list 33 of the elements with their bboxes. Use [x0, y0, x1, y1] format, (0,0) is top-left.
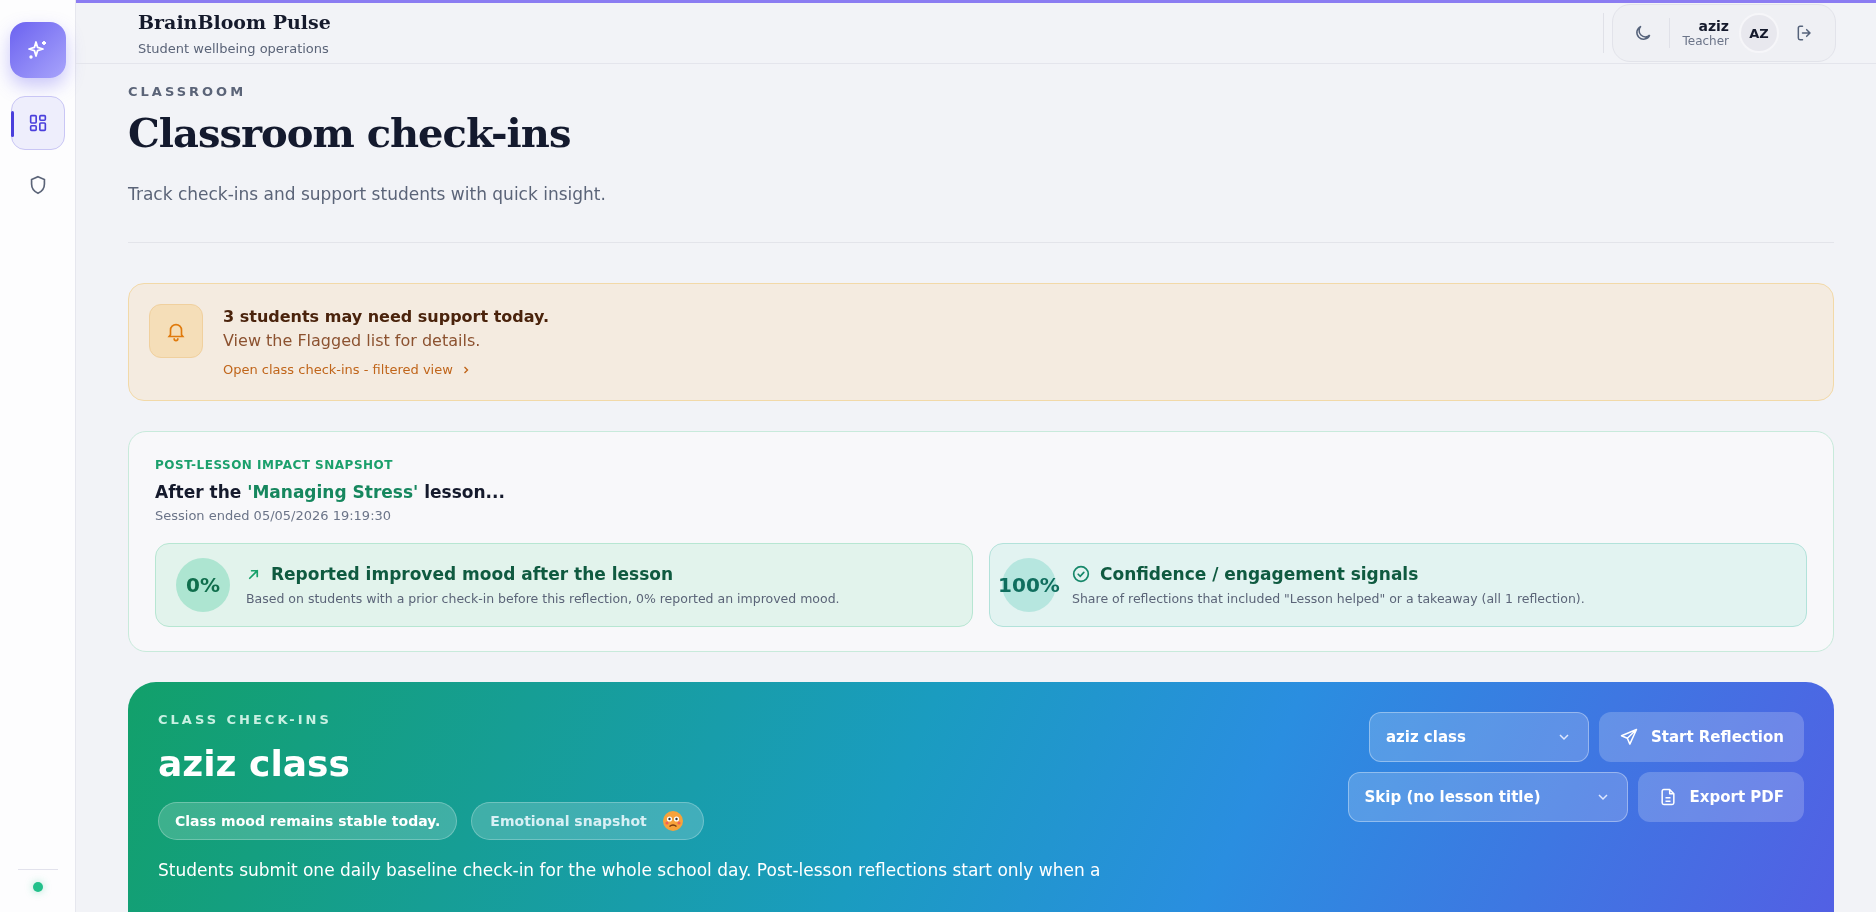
alert-message: View the Flagged list for details. — [223, 331, 482, 350]
metric-description: Based on students with a prior check-in before this reflection, 0% reported an improved mood. — [246, 591, 840, 606]
class-dropdown[interactable]: aziz class — [1368, 712, 1589, 762]
metric-description: Share of reflections that included "Lesson helped" or a takeaway (all 1 reflection). — [1072, 591, 1585, 606]
pill-label: Class mood remains stable today. — [175, 813, 441, 829]
send-icon — [1618, 727, 1639, 747]
snapshot-eyebrow: POST-LESSON IMPACT SNAPSHOT — [155, 458, 394, 472]
check-circle-icon — [1072, 565, 1090, 583]
session-time: Session ended 05/05/2026 19:19:30 — [155, 508, 393, 523]
section-eyebrow: CLASSROOM — [128, 84, 248, 99]
page-title: Classroom check-ins — [128, 109, 572, 156]
app-tagline: Student wellbeing operations — [138, 40, 330, 56]
filtered-view-link[interactable]: Open class check-ins - filtered view — [223, 362, 471, 377]
app-name: BrainBloom Pulse — [138, 10, 331, 33]
metric-title: Reported improved mood after the lesson — [271, 564, 674, 584]
page-subtitle: Track check-ins and support students with quick insight. — [128, 184, 607, 204]
snapshot-heading: After the 'Managing Stress' lesson... — [155, 482, 506, 502]
metric-title: Confidence / engagement signals — [1100, 564, 1419, 584]
start-reflection-button[interactable]: Start Reflection — [1598, 712, 1804, 762]
panel-note: Students submit one daily baseline check-in for the whole school day. Post-lesson reflections start only when a — [158, 860, 1101, 880]
metric-percentage: 0% — [176, 558, 230, 612]
lesson-dropdown[interactable]: Skip (no lesson title) — [1347, 772, 1628, 822]
user-role: Teacher — [1682, 34, 1729, 48]
export-pdf-button[interactable]: Export PDF — [1637, 772, 1804, 822]
status-dot — [32, 882, 43, 892]
dashboard-nav-button[interactable] — [10, 96, 65, 150]
panel-eyebrow: CLASS CHECK-INS — [158, 712, 333, 727]
class-name: aziz class — [158, 743, 351, 784]
user-avatar: AZ — [1739, 13, 1779, 53]
worried-face-icon — [660, 809, 685, 833]
alert-title: 3 students may need support today. — [223, 307, 550, 326]
user-name: aziz — [1698, 18, 1729, 34]
pill-label: Emotional snapshot — [490, 813, 647, 829]
